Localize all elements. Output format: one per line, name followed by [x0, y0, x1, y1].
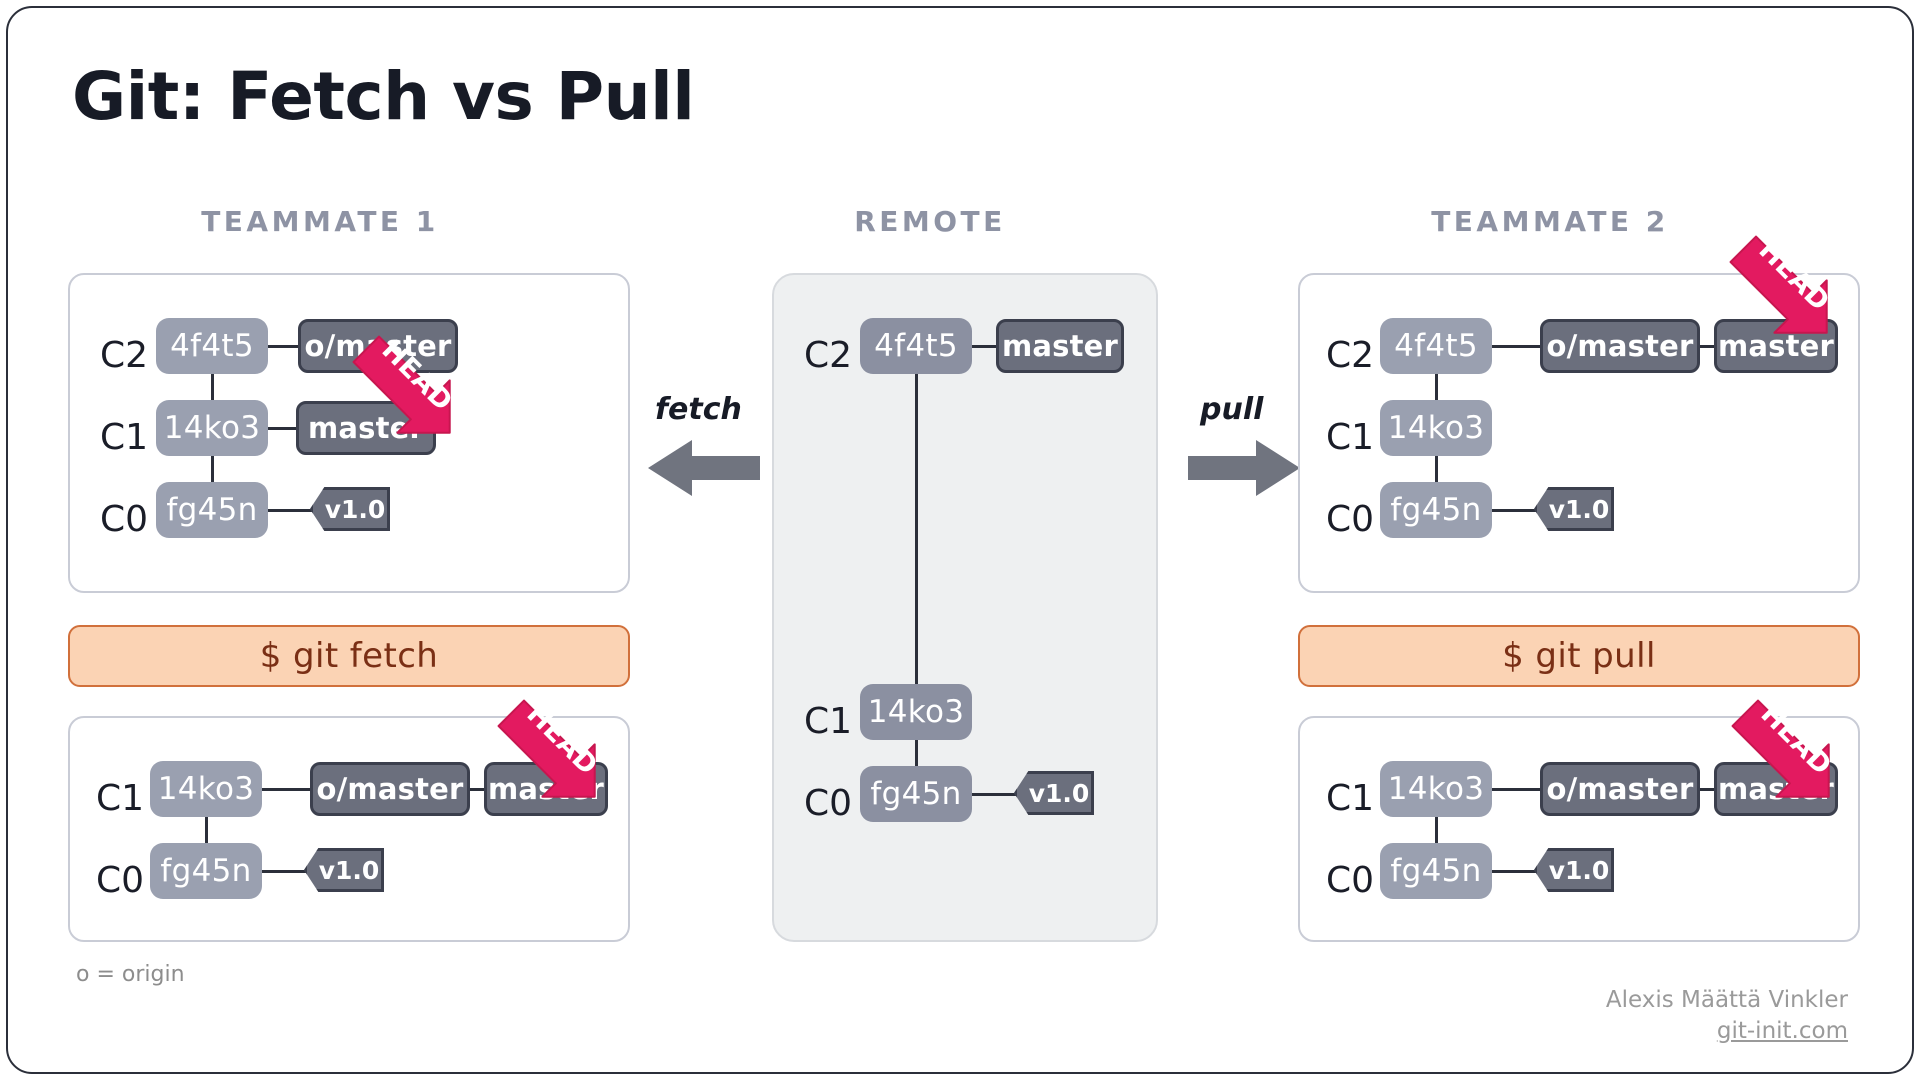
commit-label: C2: [1326, 335, 1375, 376]
credit-author: Alexis Määttä Vinkler: [1605, 987, 1848, 1013]
tag-ref-v1-0[interactable]: v1.0: [304, 848, 384, 892]
commit-node[interactable]: 4f4t5: [1380, 318, 1492, 374]
tag-ref-v1-0[interactable]: v1.0: [1014, 771, 1094, 815]
branch-ref-o-master[interactable]: o/master: [310, 762, 470, 816]
commit-label: C0: [100, 499, 149, 540]
ref-connector: [268, 509, 314, 512]
panel-teammate2-before: C2 4f4t5 o/master master C1 14ko3 C0 fg4…: [1298, 273, 1860, 593]
transfer-arrow-pull: [1188, 438, 1300, 502]
commit-node[interactable]: 14ko3: [156, 400, 268, 456]
transfer-label-pull: pull: [1200, 392, 1264, 427]
commit-node[interactable]: fg45n: [860, 766, 972, 822]
commit-node[interactable]: fg45n: [156, 482, 268, 538]
ref-connector: [1492, 345, 1542, 348]
commit-node[interactable]: 14ko3: [860, 684, 972, 740]
legend-origin-abbreviation: o = origin: [76, 962, 185, 987]
commit-label: C1: [1326, 417, 1375, 458]
commit-label: C1: [804, 701, 853, 742]
commit-node[interactable]: fg45n: [1380, 843, 1492, 899]
commit-node[interactable]: 14ko3: [1380, 761, 1492, 817]
branch-ref-o-master[interactable]: o/master: [1540, 762, 1700, 816]
credit-website-link[interactable]: git-init.com: [1606, 1016, 1848, 1047]
credit-block: Alexis Määttä Vinkler git-init.com: [1606, 985, 1848, 1047]
ref-connector: [1492, 788, 1542, 791]
page-title: Git: Fetch vs Pull: [72, 58, 695, 135]
panel-teammate2-after: C1 14ko3 o/master master C0 fg45n v1.0: [1298, 716, 1860, 942]
commit-node[interactable]: 14ko3: [150, 761, 262, 817]
commit-label: C1: [96, 778, 145, 819]
command-bar-git-fetch[interactable]: $ git fetch: [68, 625, 630, 687]
commit-node[interactable]: fg45n: [1380, 482, 1492, 538]
commit-label: C2: [804, 335, 853, 376]
column-header-teammate2: TEAMMATE 2: [1431, 205, 1669, 238]
diagram-canvas: Git: Fetch vs Pull TEAMMATE 1 REMOTE TEA…: [0, 0, 1920, 1080]
branch-ref-master[interactable]: master: [1714, 319, 1838, 373]
panel-teammate1-after: C1 14ko3 o/master master C0 fg45n v1.0: [68, 716, 630, 942]
column-header-remote: REMOTE: [854, 205, 1006, 238]
branch-ref-o-master[interactable]: o/master: [1540, 319, 1700, 373]
transfer-arrow-fetch: [648, 438, 760, 502]
commit-label: C1: [1326, 778, 1375, 819]
panel-teammate1-before: C2 4f4t5 o/master C1 14ko3 master C0 fg4…: [68, 273, 630, 593]
panel-remote: C2 4f4t5 master C1 14ko3 C0 fg45n v1.0: [772, 273, 1158, 942]
commit-label: C0: [1326, 860, 1375, 901]
ref-connector: [1492, 509, 1538, 512]
branch-ref-o-master[interactable]: o/master: [298, 319, 458, 373]
commit-label: C2: [100, 335, 149, 376]
branch-ref-master[interactable]: master: [996, 319, 1124, 373]
tag-ref-v1-0[interactable]: v1.0: [310, 487, 390, 531]
commit-label: C0: [804, 783, 853, 824]
tag-ref-v1-0[interactable]: v1.0: [1534, 848, 1614, 892]
ref-connector: [262, 870, 308, 873]
command-bar-git-pull[interactable]: $ git pull: [1298, 625, 1860, 687]
branch-ref-master[interactable]: master: [484, 762, 608, 816]
commit-label: C1: [100, 417, 149, 458]
commit-node[interactable]: 4f4t5: [860, 318, 972, 374]
transfer-label-fetch: fetch: [655, 392, 742, 427]
branch-ref-master[interactable]: master: [296, 401, 436, 455]
commit-node[interactable]: 4f4t5: [156, 318, 268, 374]
commit-label: C0: [96, 860, 145, 901]
commit-node[interactable]: 14ko3: [1380, 400, 1492, 456]
ref-connector: [262, 788, 312, 791]
commit-node[interactable]: fg45n: [150, 843, 262, 899]
commit-label: C0: [1326, 499, 1375, 540]
column-header-teammate1: TEAMMATE 1: [201, 205, 439, 238]
ref-connector: [972, 793, 1018, 796]
tag-ref-v1-0[interactable]: v1.0: [1534, 487, 1614, 531]
branch-ref-master[interactable]: master: [1714, 762, 1838, 816]
ref-connector: [1492, 870, 1538, 873]
